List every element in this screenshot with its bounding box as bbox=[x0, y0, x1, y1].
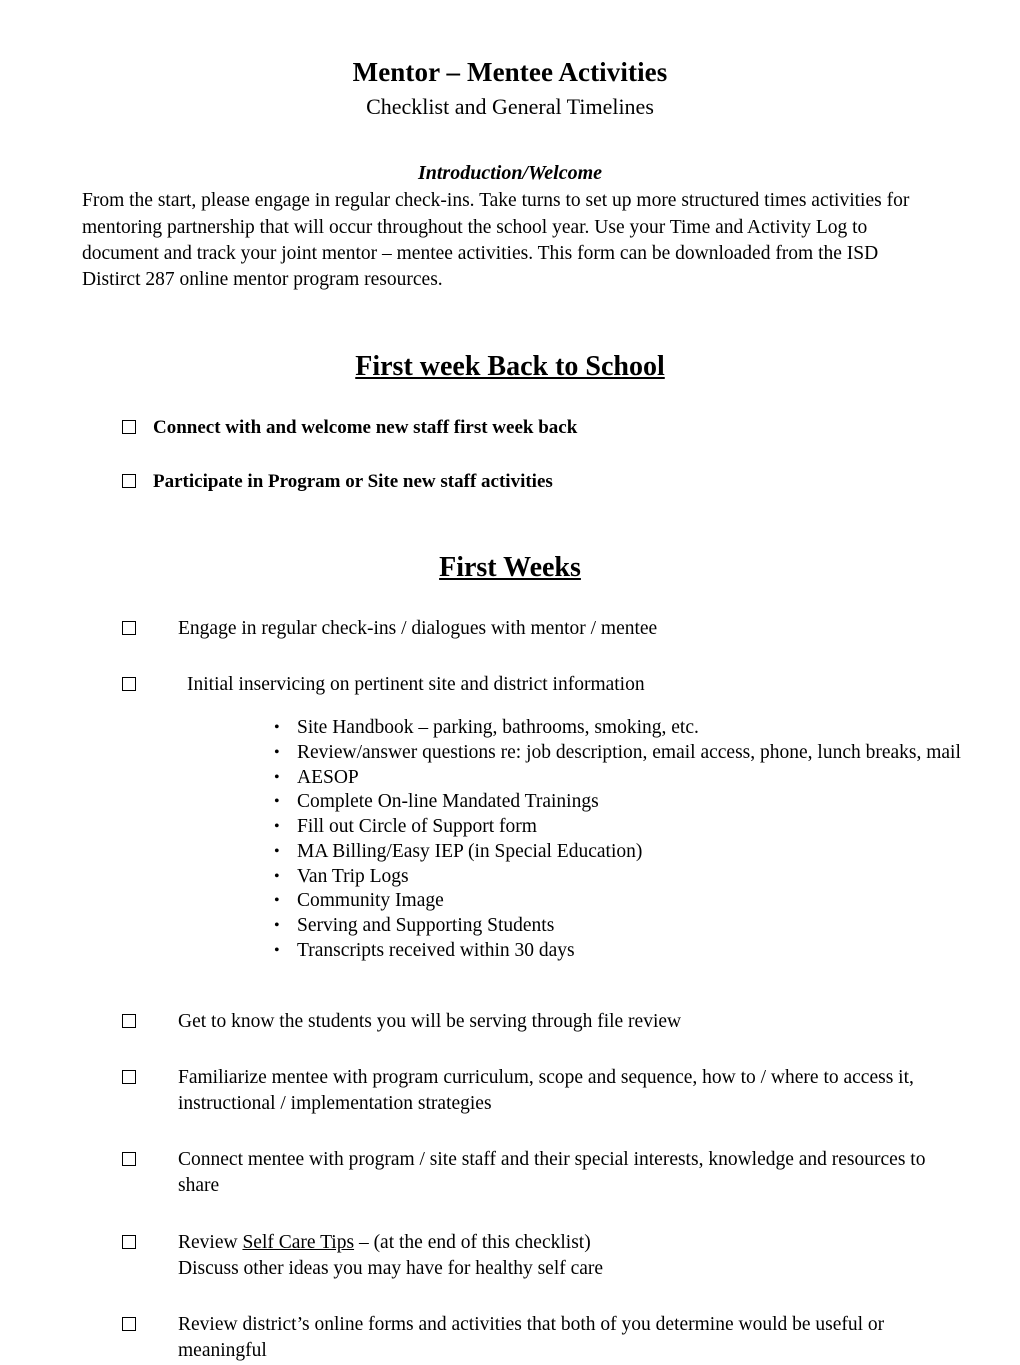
list-item: • Complete On-line Mandated Trainings bbox=[274, 790, 968, 815]
checklist-item-label: Engage in regular check-ins / dialogues … bbox=[178, 617, 658, 639]
list-item: • Van Trip Logs bbox=[274, 865, 968, 890]
bullet-icon: • bbox=[274, 768, 280, 786]
empty-checkbox-icon[interactable] bbox=[122, 1317, 136, 1332]
checklist-first-week: Connect with and welcome new staff first… bbox=[0, 415, 1020, 495]
checklist-first-weeks-bottom: Get to know the students you will be ser… bbox=[0, 1009, 1020, 1365]
empty-checkbox-icon[interactable] bbox=[122, 419, 136, 434]
list-item: • Site Handbook – parking, bathrooms, sm… bbox=[274, 716, 968, 741]
self-care-prefix: Review bbox=[178, 1231, 243, 1253]
intro-heading: Introduction/Welcome bbox=[417, 162, 603, 185]
bullet-icon: • bbox=[274, 719, 280, 737]
list-item-label: Transcripts received within 30 days bbox=[297, 939, 575, 961]
section-heading-first-week: First week Back to School bbox=[0, 293, 1020, 384]
list-item-label: Van Trip Logs bbox=[297, 865, 409, 887]
list-item-label: Review/answer questions re: job descript… bbox=[297, 741, 961, 763]
bullet-icon: • bbox=[274, 867, 280, 885]
list-item: • MA Billing/Easy IEP (in Special Educat… bbox=[274, 840, 968, 865]
empty-checkbox-icon[interactable] bbox=[122, 620, 136, 635]
checklist-item-label: Get to know the students you will be ser… bbox=[178, 1010, 682, 1032]
intro-paragraph: From the start, please engage in regular… bbox=[82, 190, 910, 291]
checklist-item-label: Familiarize mentee with program curricul… bbox=[178, 1066, 914, 1114]
empty-checkbox-icon[interactable] bbox=[122, 1152, 136, 1167]
list-item-label: Community Image bbox=[297, 890, 444, 912]
section-heading-first-weeks: First Weeks bbox=[0, 495, 1020, 585]
list-item-label: Site Handbook – parking, bathrooms, smok… bbox=[297, 717, 699, 739]
self-care-suffix: – (at the end of this checklist) bbox=[354, 1231, 591, 1253]
checklist-item-self-care[interactable]: Review Self Care Tips – (at the end of t… bbox=[0, 1230, 1020, 1282]
list-item-label: AESOP bbox=[297, 766, 359, 788]
section-heading-first-weeks-text: First Weeks bbox=[439, 552, 581, 583]
bullet-icon: • bbox=[274, 941, 280, 959]
document-page: Mentor – Mentee Activities Checklist and… bbox=[0, 0, 1020, 1361]
page-title: Mentor – Mentee Activities bbox=[352, 57, 668, 87]
checklist-first-weeks-top: Engage in regular check-ins / dialogues … bbox=[0, 616, 1020, 698]
self-care-second-line: Discuss other ideas you may have for hea… bbox=[178, 1257, 604, 1279]
list-item-label: MA Billing/Easy IEP (in Special Educatio… bbox=[297, 840, 643, 862]
bullet-icon: • bbox=[274, 892, 280, 910]
list-item: • Transcripts received within 30 days bbox=[274, 939, 968, 964]
empty-checkbox-icon[interactable] bbox=[122, 1234, 136, 1249]
checklist-item[interactable]: Participate in Program or Site new staff… bbox=[0, 469, 1020, 495]
checklist-item[interactable]: Engage in regular check-ins / dialogues … bbox=[0, 616, 1020, 642]
bullet-icon: • bbox=[274, 743, 280, 761]
list-item-label: Complete On-line Mandated Trainings bbox=[297, 791, 599, 813]
list-item-label: Fill out Circle of Support form bbox=[297, 816, 537, 838]
checklist-item[interactable]: Get to know the students you will be ser… bbox=[0, 1009, 1020, 1035]
empty-checkbox-icon[interactable] bbox=[122, 1013, 136, 1028]
empty-checkbox-icon[interactable] bbox=[122, 474, 136, 489]
checklist-item-label: Initial inservicing on pertinent site an… bbox=[187, 673, 645, 695]
sub-bullet-list: • Site Handbook – parking, bathrooms, sm… bbox=[0, 698, 1020, 964]
self-care-tips-link[interactable]: Self Care Tips bbox=[242, 1232, 354, 1253]
checklist-item-label: Review Self Care Tips – (at the end of t… bbox=[136, 1230, 603, 1282]
checklist-item[interactable]: Initial inservicing on pertinent site an… bbox=[0, 672, 1020, 698]
page-subtitle: Checklist and General Timelines bbox=[366, 94, 654, 120]
bullet-icon: • bbox=[274, 818, 280, 836]
list-item: • Fill out Circle of Support form bbox=[274, 815, 968, 840]
bullet-icon: • bbox=[274, 793, 280, 811]
section-heading-first-week-text: First week Back to School bbox=[355, 351, 665, 383]
bullet-icon: • bbox=[274, 917, 280, 935]
checklist-item[interactable]: Familiarize mentee with program curricul… bbox=[0, 1065, 1020, 1117]
checklist-item[interactable]: Connect with and welcome new staff first… bbox=[0, 415, 1020, 441]
bullet-icon: • bbox=[274, 842, 280, 860]
list-item: • Review/answer questions re: job descri… bbox=[274, 741, 968, 766]
checklist-item[interactable]: Connect mentee with program / site staff… bbox=[0, 1147, 1020, 1199]
checklist-item-label: Connect with and welcome new staff first… bbox=[153, 416, 578, 438]
checklist-item-label: Connect mentee with program / site staff… bbox=[178, 1149, 926, 1197]
list-item-label: Serving and Supporting Students bbox=[297, 915, 555, 937]
list-item: • Community Image bbox=[274, 889, 968, 914]
checklist-item-label: Participate in Program or Site new staff… bbox=[153, 471, 553, 493]
list-item: • AESOP bbox=[274, 766, 968, 791]
empty-checkbox-icon[interactable] bbox=[122, 1069, 136, 1084]
empty-checkbox-icon[interactable] bbox=[122, 676, 136, 691]
list-item: • Serving and Supporting Students bbox=[274, 914, 968, 939]
